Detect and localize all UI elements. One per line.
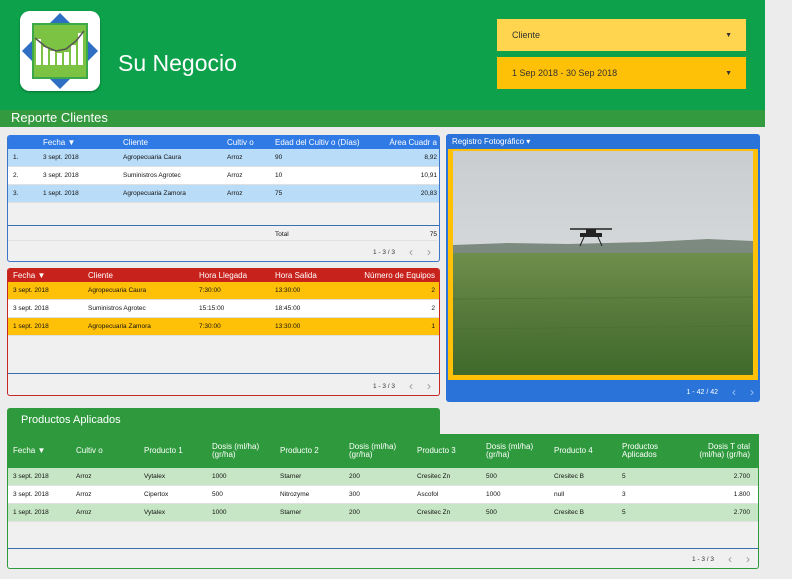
table-row[interactable]: 1 sept. 2018 Arroz Vytalex 1000 Starner … xyxy=(8,504,758,522)
header-bar: Su Negocio Cliente ▼ 1 Sep 2018 - 30 Sep… xyxy=(0,0,765,110)
prev-page-icon[interactable]: ‹ xyxy=(728,553,732,565)
prev-page-icon[interactable]: ‹ xyxy=(409,246,413,258)
col-fecha[interactable]: Fecha ▼ xyxy=(8,447,76,455)
col-numero-equipos[interactable]: Número de Equipos xyxy=(349,271,435,280)
divider xyxy=(8,548,758,549)
col-fecha[interactable]: Fecha ▼ xyxy=(43,138,123,147)
pagination: 1 - 3 / 3 ‹ › xyxy=(691,553,750,565)
col-producto-4[interactable]: Producto 4 xyxy=(554,447,622,455)
table-row[interactable]: 3 sept. 2018 Arroz Cipertox 500 Nitrozym… xyxy=(8,486,758,504)
next-page-icon[interactable]: › xyxy=(750,385,754,399)
col-edad[interactable]: Edad del Cultiv o (Días) xyxy=(275,138,385,147)
photo-pagination: 1 - 42 / 42 ‹ › xyxy=(686,385,754,399)
prev-page-icon[interactable]: ‹ xyxy=(409,380,413,392)
divider xyxy=(8,225,439,226)
dropdown-arrow-icon: ▼ xyxy=(725,69,732,77)
table-row[interactable]: 3. 1 sept. 2018 Agropecuaria Zamora Arro… xyxy=(8,185,439,203)
visitas-table: Fecha ▼ Cliente Hora Llegada Hora Salida… xyxy=(7,268,440,396)
col-cultivo[interactable]: Cultiv o xyxy=(76,447,144,455)
pagination: 1 - 3 / 3 ‹ › xyxy=(372,246,431,258)
client-filter-dropdown[interactable]: Cliente ▼ xyxy=(497,19,746,51)
client-filter-label: Cliente xyxy=(512,30,541,40)
col-dosis-2[interactable]: Dosis (ml/ha) (gr/ha) xyxy=(349,443,417,459)
col-cliente[interactable]: Cliente xyxy=(88,271,199,280)
col-dosis-3[interactable]: Dosis (ml/ha) (gr/ha) xyxy=(486,443,554,459)
photo-gallery-title[interactable]: Registro Fotográfico ▾ xyxy=(452,137,530,146)
total-label: Total xyxy=(275,231,289,238)
col-producto-2[interactable]: Producto 2 xyxy=(280,447,349,455)
dropdown-arrow-icon: ▼ xyxy=(725,31,732,39)
table-header: Fecha ▼ Cliente Cultiv o Edad del Cultiv… xyxy=(8,135,439,149)
next-page-icon[interactable]: › xyxy=(427,246,431,258)
photo-gallery: Registro Fotográfico ▾ 1 - 42 / 42 ‹ › xyxy=(446,134,760,402)
bar-chart-logo-icon xyxy=(20,11,100,91)
table-row[interactable]: 1. 3 sept. 2018 Agropecuaria Caura Arroz… xyxy=(8,149,439,167)
report-title: Reporte Clientes xyxy=(0,110,765,127)
brand-name: Su Negocio xyxy=(118,50,237,76)
products-title: Productos Aplicados xyxy=(7,408,440,434)
table-row[interactable]: 2. 3 sept. 2018 Suministros Agrotec Arro… xyxy=(8,167,439,185)
productos-table: Fecha ▼ Cultiv o Producto 1 Dosis (ml/ha… xyxy=(7,434,759,569)
pagination-label: 1 - 3 / 3 xyxy=(372,382,395,390)
col-producto-3[interactable]: Producto 3 xyxy=(417,447,486,455)
next-page-icon[interactable]: › xyxy=(746,553,750,565)
divider xyxy=(8,373,439,374)
col-area[interactable]: Área Cuadr a xyxy=(385,138,437,147)
col-fecha[interactable]: Fecha ▼ xyxy=(8,271,88,280)
col-dosis-1[interactable]: Dosis (ml/ha) (gr/ha) xyxy=(212,443,280,459)
table-row[interactable]: 1 sept. 2018 Agropecuaria Zamora 7:30:00… xyxy=(8,318,439,336)
col-hora-llegada[interactable]: Hora Llegada xyxy=(199,271,275,280)
table-header: Fecha ▼ Cliente Hora Llegada Hora Salida… xyxy=(8,268,439,282)
col-hora-salida[interactable]: Hora Salida xyxy=(275,271,349,280)
drone-field-photo xyxy=(452,151,754,375)
col-producto-1[interactable]: Producto 1 xyxy=(144,447,212,455)
total-row: Total 75 xyxy=(8,229,437,241)
total-value: 75 xyxy=(429,231,437,238)
pagination-label: 1 - 3 / 3 xyxy=(691,555,714,563)
cultivos-table: Fecha ▼ Cliente Cultiv o Edad del Cultiv… xyxy=(7,135,440,262)
date-range-dropdown[interactable]: 1 Sep 2018 - 30 Sep 2018 ▼ xyxy=(497,57,746,89)
col-cliente[interactable]: Cliente xyxy=(123,138,227,147)
table-row[interactable]: 3 sept. 2018 Arroz Vytalex 1000 Starner … xyxy=(8,468,758,486)
table-header: Fecha ▼ Cultiv o Producto 1 Dosis (ml/ha… xyxy=(8,434,758,468)
table-row[interactable]: 3 sept. 2018 Agropecuaria Caura 7:30:00 … xyxy=(8,282,439,300)
pagination-label: 1 - 3 / 3 xyxy=(372,248,395,256)
col-dosis-total[interactable]: Dosis T otal (ml/ha) (gr/ha) xyxy=(692,443,756,459)
next-page-icon[interactable]: › xyxy=(427,380,431,392)
col-productos-aplicados[interactable]: Productos Aplicados xyxy=(622,443,692,459)
photo-frame xyxy=(448,149,758,380)
pagination: 1 - 3 / 3 ‹ › xyxy=(372,380,431,392)
prev-page-icon[interactable]: ‹ xyxy=(732,385,736,399)
pagination-label: 1 - 42 / 42 xyxy=(686,388,718,396)
date-range-label: 1 Sep 2018 - 30 Sep 2018 xyxy=(512,68,618,78)
table-row[interactable]: 3 sept. 2018 Suministros Agrotec 15:15:0… xyxy=(8,300,439,318)
col-cultivo[interactable]: Cultiv o xyxy=(227,138,275,147)
